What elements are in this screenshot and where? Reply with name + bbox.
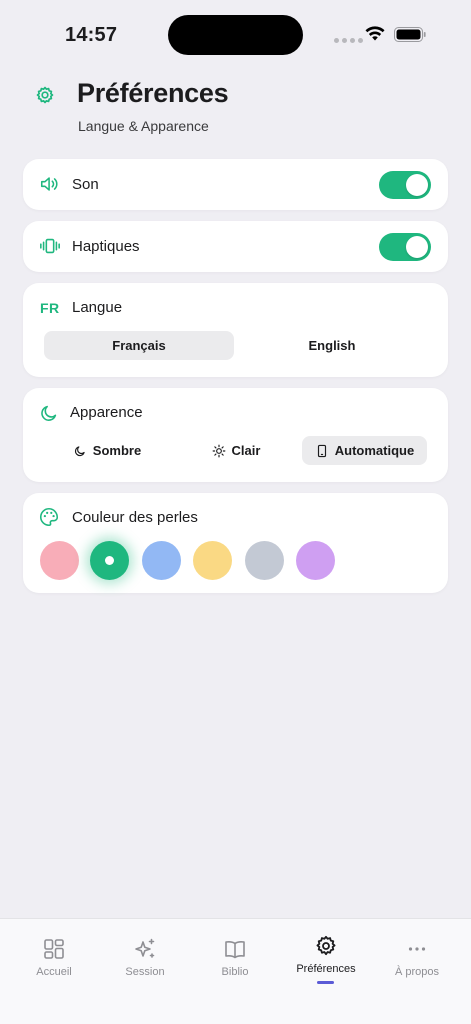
language-option-label: Français (112, 338, 166, 353)
book-icon (225, 941, 245, 959)
grid-icon (44, 939, 64, 959)
language-option-label: English (308, 338, 356, 353)
tab-accueil[interactable]: Accueil (7, 919, 101, 999)
tab-a-propos[interactable]: À propos (370, 919, 464, 999)
haptics-card: Haptiques (23, 221, 448, 272)
battery-icon (394, 27, 426, 42)
sound-label: Son (72, 176, 99, 193)
language-option-francais[interactable]: Français (44, 331, 234, 360)
speaker-icon (40, 177, 58, 191)
tab-label: À propos (394, 966, 440, 978)
toggle-knob (406, 174, 428, 196)
palette-icon (40, 507, 59, 527)
language-card: FR Langue Français English (23, 283, 448, 377)
language-badge: FR (40, 300, 60, 316)
appearance-option-sombre[interactable]: Sombre (63, 436, 151, 465)
gear-icon (36, 86, 54, 104)
bead-swatch-yellow[interactable] (193, 541, 232, 580)
more-icon (408, 947, 426, 951)
vibration-icon (40, 238, 60, 254)
bead-color-label: Couleur des perles (72, 509, 198, 526)
moon-icon (41, 405, 57, 421)
bead-swatch-blue[interactable] (142, 541, 181, 580)
language-label: Langue (72, 299, 123, 316)
bead-swatch-gray[interactable] (245, 541, 284, 580)
tab-preferences[interactable]: Préférences (279, 919, 373, 999)
haptics-toggle[interactable] (379, 233, 431, 261)
active-tab-indicator (317, 981, 334, 984)
haptics-label: Haptiques (72, 238, 140, 255)
tab-biblio[interactable]: Biblio (188, 919, 282, 999)
tab-label: Biblio (221, 966, 249, 978)
sound-toggle[interactable] (379, 171, 431, 199)
bead-swatch-pink[interactable] (40, 541, 79, 580)
appearance-option-clair[interactable]: Clair (201, 436, 271, 465)
tab-bar: Accueil Session Biblio Préférences À pro… (0, 918, 471, 1024)
dynamic-island (168, 15, 303, 55)
gear-icon (316, 935, 336, 956)
selected-indicator (105, 556, 114, 565)
page-subtitle: Langue & Apparence (78, 118, 209, 134)
sun-icon (212, 444, 225, 457)
status-time: 14:57 (65, 24, 118, 46)
phone-icon (317, 444, 326, 457)
tab-label: Session (125, 966, 165, 978)
page-title: Préférences (77, 78, 229, 108)
moon-icon (74, 445, 85, 456)
toggle-knob (406, 236, 428, 258)
tab-label: Préférences (296, 963, 356, 975)
appearance-card: Apparence Sombre Clair Automatique (23, 388, 448, 482)
tab-label: Accueil (36, 966, 72, 978)
status-bar: 14:57 (0, 0, 471, 60)
language-option-english[interactable]: English (237, 331, 427, 360)
appearance-option-label: Automatique (334, 443, 415, 458)
appearance-option-label: Sombre (92, 443, 142, 458)
bead-swatch-purple[interactable] (296, 541, 335, 580)
bead-swatch-green[interactable] (90, 541, 129, 580)
appearance-label: Apparence (70, 404, 143, 421)
sound-card: Son (23, 159, 448, 210)
cellular-signal-icon (334, 38, 363, 43)
appearance-option-label: Clair (231, 443, 261, 458)
appearance-option-automatique[interactable]: Automatique (302, 436, 427, 465)
bead-color-card: Couleur des perles (23, 493, 448, 593)
wifi-icon (365, 26, 385, 41)
tab-session[interactable]: Session (98, 919, 192, 999)
sparkle-icon (135, 938, 155, 958)
